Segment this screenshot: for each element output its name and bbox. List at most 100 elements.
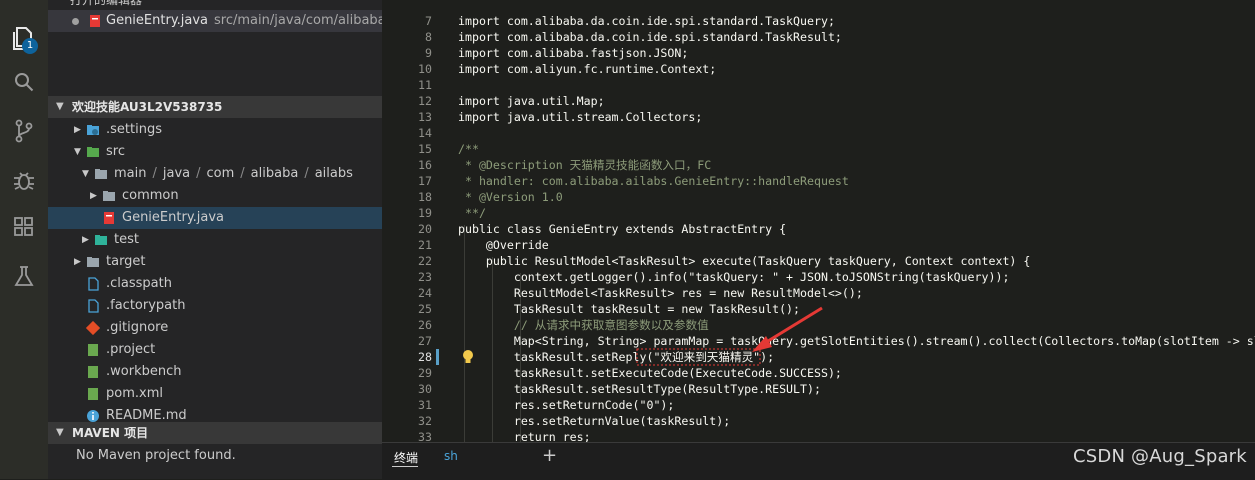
code-line[interactable]: 21 @Override (382, 237, 1255, 253)
extensions-icon[interactable] (10, 213, 38, 241)
tree-item-src[interactable]: ▼ src (48, 141, 382, 163)
code-line[interactable]: 10 import com.aliyun.fc.runtime.Context; (382, 61, 1255, 77)
open-editor-path: src/main/java/com/alibaba/... (214, 13, 382, 28)
add-terminal-button[interactable]: + (542, 445, 557, 466)
tree-item-package-path[interactable]: ▼ main / java / com / alibaba / ailabs (48, 163, 382, 185)
workspace-header[interactable]: ▼ 欢迎技能AU3L2V538735 (48, 96, 382, 118)
line-number: 11 (418, 78, 432, 92)
code-line[interactable]: 24 ResultModel<TaskResult> res = new Res… (382, 285, 1255, 301)
tree-label: test (114, 232, 139, 247)
code-editor[interactable]: 7 import com.alibaba.da.coin.ide.spi.stan… (382, 0, 1255, 442)
line-text: * handler: com.alibaba.ailabs.GenieEntry… (458, 174, 849, 188)
line-number: 17 (418, 174, 432, 188)
line-text: import java.util.Map; (458, 94, 605, 108)
line-text: import java.util.stream.Collectors; (458, 110, 703, 124)
code-line[interactable]: 16 * @Description 天猫精灵技能函数入口，FC (382, 157, 1255, 173)
code-line[interactable]: 31 res.setReturnCode("0"); (382, 397, 1255, 413)
tree-item-genieentry[interactable]: GenieEntry.java (48, 207, 382, 229)
line-text: public ResultModel<TaskResult> execute(T… (458, 254, 1031, 268)
tree-label: .gitignore (106, 320, 169, 335)
line-text: /** (458, 142, 479, 156)
settings-folder-icon (86, 123, 100, 137)
code-line[interactable]: 28 taskResult.setReply("欢迎来到天猫精灵"); (382, 349, 1255, 365)
open-editors-header[interactable]: 打开的编辑器 (48, 0, 382, 10)
code-line[interactable]: 12 import java.util.Map; (382, 93, 1255, 109)
open-editor-item[interactable]: GenieEntry.java src/main/java/com/alibaba… (48, 10, 382, 32)
line-number: 28 (418, 350, 432, 364)
git-icon (85, 320, 101, 336)
code-line[interactable]: 9 import com.alibaba.fastjson.JSON; (382, 45, 1255, 61)
line-number: 13 (418, 110, 432, 124)
code-line[interactable]: 22 public ResultModel<TaskResult> execut… (382, 253, 1255, 269)
code-line[interactable]: 27 Map<String, String> paramMap = taskQu… (382, 333, 1255, 349)
line-text: Map<String, String> paramMap = taskQuery… (458, 334, 1255, 348)
chevron-right-icon: ▶ (82, 235, 89, 245)
code-line[interactable]: 29 taskResult.setExecuteCode(ExecuteCode… (382, 365, 1255, 381)
tree-item-gitignore[interactable]: .gitignore (48, 317, 382, 339)
code-line[interactable]: 32 res.setReturnValue(taskResult); (382, 413, 1255, 429)
java-file-icon (88, 14, 102, 32)
code-line[interactable]: 14 (382, 125, 1255, 141)
java-file-icon (102, 211, 116, 225)
activity-bar: 1 (0, 0, 48, 479)
tree-item-test[interactable]: ▶ test (48, 229, 382, 251)
search-icon[interactable] (10, 69, 38, 97)
tree-item-project[interactable]: .project (48, 339, 382, 361)
code-line[interactable]: 26 // 从请求中获取意图参数以及参数值 (382, 317, 1255, 333)
debug-icon[interactable] (10, 166, 38, 194)
tree-item-pom[interactable]: pom.xml (48, 383, 382, 405)
chevron-right-icon: ▶ (90, 191, 97, 201)
line-number: 15 (418, 142, 432, 156)
source-control-icon[interactable] (10, 117, 38, 145)
code-line[interactable]: 13 import java.util.stream.Collectors; (382, 109, 1255, 125)
tree-label: GenieEntry.java (122, 210, 225, 225)
line-text: TaskResult taskResult = new TaskResult()… (458, 302, 801, 316)
line-text: @Override (458, 238, 549, 252)
code-line[interactable]: 18 * @Version 1.0 (382, 189, 1255, 205)
line-number: 20 (418, 222, 432, 236)
line-text: context.getLogger().info("taskQuery: " +… (458, 270, 1010, 284)
tree-item-factorypath[interactable]: .factorypath (48, 295, 382, 317)
code-line[interactable]: 20 public class GenieEntry extends Abstra… (382, 221, 1255, 237)
code-line[interactable]: 8 import com.alibaba.da.coin.ide.spi.stan… (382, 29, 1255, 45)
code-line[interactable]: 19 **/ (382, 205, 1255, 221)
tree-item-classpath[interactable]: .classpath (48, 273, 382, 295)
code-line[interactable]: 30 taskResult.setResultType(ResultType.R… (382, 381, 1255, 397)
maven-header[interactable]: ▼ MAVEN 项目 (48, 422, 382, 444)
code-line[interactable]: 25 TaskResult taskResult = new TaskResul… (382, 301, 1255, 317)
project-file-icon (86, 343, 100, 357)
test-icon[interactable] (10, 262, 38, 290)
lightbulb-icon[interactable] (462, 349, 474, 369)
tree-item-workbench[interactable]: .workbench (48, 361, 382, 383)
info-icon (86, 409, 100, 423)
tree-label: pom.xml (106, 386, 163, 401)
line-number: 23 (418, 270, 432, 284)
tree-item-common[interactable]: ▶ common (48, 185, 382, 207)
tree-item-target[interactable]: ▶ target (48, 251, 382, 273)
code-line[interactable]: 17 * handler: com.alibaba.ailabs.GenieEn… (382, 173, 1255, 189)
line-text: * @Version 1.0 (458, 190, 563, 204)
folder-icon (86, 255, 100, 269)
tab-terminal[interactable]: 终端 (394, 449, 418, 466)
unsaved-dot-icon[interactable] (72, 18, 79, 25)
line-number: 12 (418, 94, 432, 108)
tab-sh[interactable]: sh (444, 449, 458, 463)
line-number: 10 (418, 62, 432, 76)
tree-label: .settings (106, 122, 162, 137)
project-file-icon (86, 387, 100, 401)
line-number: 31 (418, 398, 432, 412)
line-text: res.setReturnValue(taskResult); (458, 414, 731, 428)
tree-item-settings[interactable]: ▶ .settings (48, 119, 382, 141)
src-folder-icon (86, 145, 100, 159)
code-line[interactable]: 23 context.getLogger().info("taskQuery: … (382, 269, 1255, 285)
code-line[interactable]: 11 (382, 77, 1255, 93)
tree-label: common (122, 188, 179, 203)
workspace-title: 欢迎技能AU3L2V538735 (72, 100, 223, 114)
chevron-down-icon: ▼ (56, 101, 64, 112)
code-line[interactable]: 33 return res; (382, 429, 1255, 442)
package-breadcrumb: main / java / com / alibaba / ailabs (114, 166, 353, 181)
code-line[interactable]: 7 import com.alibaba.da.coin.ide.spi.stan… (382, 13, 1255, 29)
chevron-right-icon: ▶ (74, 125, 81, 135)
code-line[interactable]: 15 /** (382, 141, 1255, 157)
folder-icon (102, 189, 116, 203)
